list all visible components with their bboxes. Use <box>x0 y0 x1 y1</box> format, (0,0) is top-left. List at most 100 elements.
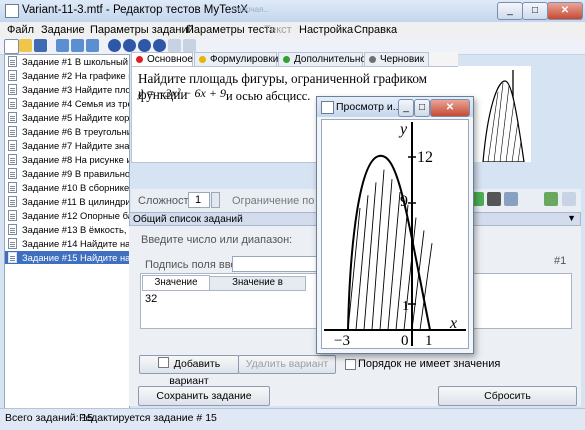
copy-icon[interactable] <box>168 39 181 52</box>
minimize-button[interactable]: _ <box>497 2 523 20</box>
tick-label-12: 12 <box>417 149 433 166</box>
add-task-icon[interactable] <box>56 39 69 52</box>
menu-task[interactable]: Задание <box>41 24 85 36</box>
task-tabs: Основное Формулировки Дополнительно Черн… <box>131 52 458 66</box>
task-list-item[interactable]: Задание #2 На графике пок <box>5 69 129 82</box>
menu-file[interactable]: Файл <box>7 24 34 36</box>
menu-help[interactable]: Справка <box>354 24 397 36</box>
faded-window-title: Рабочая... <box>232 5 270 14</box>
task-list[interactable]: Задание #1 В школьный хо Задание #2 На г… <box>4 54 130 409</box>
task-list-item[interactable]: Задание #9 В правильной <box>5 167 129 180</box>
paste-icon[interactable] <box>183 39 196 52</box>
preview-app-icon <box>321 101 334 114</box>
menu-bar: Файл Задание Параметры заданий Параметры… <box>0 22 585 38</box>
prev-task-icon[interactable] <box>123 39 136 52</box>
copy-picture-icon[interactable] <box>504 192 518 206</box>
preview-maximize-button[interactable]: □ <box>414 99 430 117</box>
tab-additional[interactable]: Дополнительно <box>278 52 366 66</box>
document-icon <box>8 252 17 263</box>
x-axis-label: x <box>449 315 457 332</box>
task-list-item[interactable]: Задание #11 В цилиндриче <box>5 195 129 208</box>
close-button[interactable]: ✕ <box>547 2 583 20</box>
save-task-button[interactable]: Сохранить задание <box>138 386 270 406</box>
complexity-stepper[interactable] <box>211 192 220 208</box>
variant-counter: #1 <box>554 255 567 267</box>
task-list-item[interactable]: Задание #3 Найдите площ <box>5 83 129 96</box>
hatch-line <box>363 182 377 331</box>
open-folder-icon[interactable] <box>19 39 32 52</box>
document-icon <box>8 98 17 109</box>
answer-value-input[interactable]: 32 <box>142 291 312 307</box>
delete-variant-button[interactable]: Удалить вариант <box>238 355 336 374</box>
preview-minimize-button[interactable]: _ <box>398 99 414 117</box>
order-checkbox-label: Порядок не имеет значения <box>358 358 501 370</box>
tab-value-range[interactable]: Значение в промежутке <box>209 276 306 300</box>
task-list-item[interactable]: Задание #5 Найдите корен <box>5 111 129 124</box>
task-list-item[interactable]: Задание #6 В треугольник <box>5 125 129 138</box>
field-caption-input[interactable] <box>232 256 318 272</box>
question-formula: y = −3x² − 6x + 9 <box>138 86 226 100</box>
app-icon <box>5 4 19 18</box>
document-icon <box>8 182 17 193</box>
insert-task-icon[interactable] <box>71 39 84 52</box>
preview-title-bar: Просмотр и... _ □ ✕ <box>317 97 473 117</box>
parabola-graph: y x 12 9 1 −3 0 1 <box>324 121 466 348</box>
preview-window[interactable]: Просмотр и... _ □ ✕ y x 12 9 1 −3 0 1 <box>316 96 474 354</box>
red-dot-icon <box>136 56 143 63</box>
tick-label-0: 0 <box>401 333 409 348</box>
task-list-item[interactable]: Задание #4 Семья из трех <box>5 97 129 110</box>
document-icon <box>8 140 17 151</box>
task-list-item[interactable]: Задание #10 В сборнике би <box>5 181 129 194</box>
tab-formulations[interactable]: Формулировки <box>194 52 278 66</box>
menu-test-params[interactable]: Параметры теста <box>186 24 275 36</box>
menu-settings[interactable]: Настройка <box>299 24 353 36</box>
complexity-field[interactable]: 1 <box>188 192 210 208</box>
document-icon <box>8 112 17 123</box>
section-title: Общий список заданий <box>133 214 243 225</box>
export-icon[interactable] <box>544 192 558 206</box>
order-checkbox[interactable] <box>345 359 356 370</box>
document-icon <box>8 238 17 249</box>
maximize-button[interactable]: □ <box>522 2 548 20</box>
green-dot-icon <box>283 56 290 63</box>
answer-prompt: Введите число или диапазон: <box>141 234 293 246</box>
title-bar: Variant-11-3.mtf - Редактор тестов MyTes… <box>0 0 585 23</box>
document-icon <box>8 196 17 207</box>
first-task-icon[interactable] <box>108 39 121 52</box>
preview-close-button[interactable]: ✕ <box>430 99 470 117</box>
parabola-curve <box>347 154 431 331</box>
reset-button[interactable]: Сбросить <box>438 386 577 406</box>
status-editing: Редактируется задание # 15 <box>79 412 217 424</box>
document-icon <box>8 70 17 81</box>
save-icon[interactable] <box>34 39 47 52</box>
document-icon <box>8 126 17 137</box>
new-file-icon[interactable] <box>4 39 19 54</box>
document-icon <box>8 224 17 235</box>
tab-draft[interactable]: Черновик <box>364 52 429 66</box>
menu-text[interactable]: Текст <box>264 24 292 36</box>
last-task-icon[interactable] <box>153 39 166 52</box>
tick-label-neg3: −3 <box>334 333 350 348</box>
collapse-arrow-icon[interactable]: ▼ <box>567 213 576 223</box>
status-bar: Всего заданий: 15 Редактируется задание … <box>0 408 585 430</box>
tick-label-1: 1 <box>402 299 409 314</box>
document-icon <box>8 154 17 165</box>
task-list-item[interactable]: Задание #12 Опорные баш <box>5 209 129 222</box>
next-task-icon[interactable] <box>138 39 151 52</box>
task-list-item[interactable]: Задание #14 Найдите наиб <box>5 237 129 250</box>
task-list-item[interactable]: Задание #1 В школьный хо <box>5 55 129 68</box>
task-list-item[interactable]: Задание #8 На рисунке изо <box>5 153 129 166</box>
menu-task-params[interactable]: Параметры заданий <box>90 24 194 36</box>
tab-main[interactable]: Основное <box>131 52 193 66</box>
task-list-item[interactable]: Задание #13 В ёмкость, со <box>5 223 129 236</box>
delete-picture-icon[interactable] <box>562 192 576 206</box>
document-icon <box>8 84 17 95</box>
gray-dot-icon <box>369 56 376 63</box>
delete-task-icon[interactable] <box>86 39 99 52</box>
task-list-item[interactable]: Задание #7 Найдите значе <box>5 139 129 152</box>
camera-icon[interactable] <box>487 192 501 206</box>
document-icon <box>8 210 17 221</box>
task-list-item-selected[interactable]: Задание #15 Найдите наиб <box>5 251 129 264</box>
tab-value-equal[interactable]: Значение равно <box>142 275 210 301</box>
add-variant-button[interactable]: Добавить вариант <box>139 355 239 387</box>
